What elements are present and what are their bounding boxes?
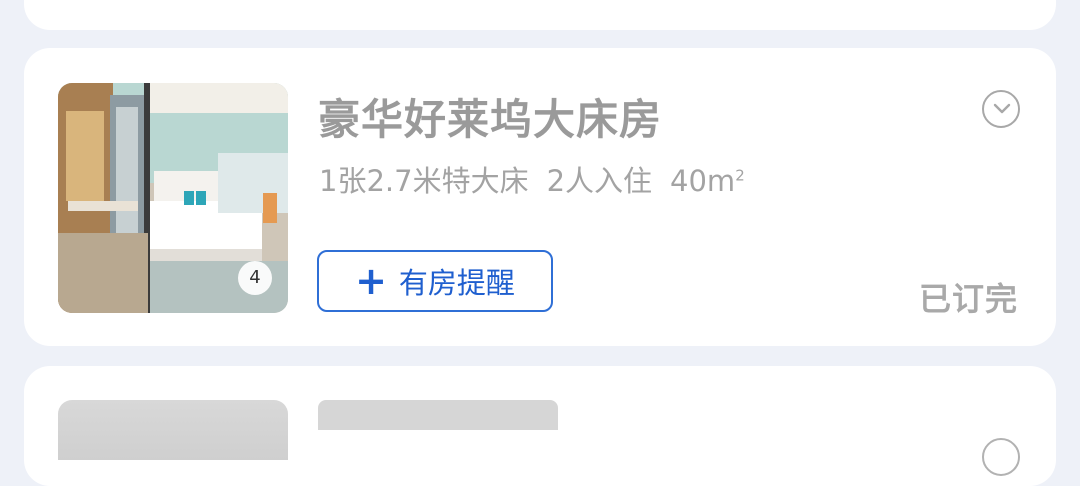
bed-info: 1张2.7米特大床 <box>319 164 529 198</box>
room-alert-button[interactable]: + 有房提醒 <box>317 250 553 312</box>
next-expand-button[interactable] <box>982 438 1020 476</box>
area-info: 40m2 <box>670 164 745 198</box>
room-info: 1张2.7米特大床 2人入住 40m2 <box>319 158 745 200</box>
room-card[interactable]: 4 豪华好莱坞大床房 1张2.7米特大床 2人入住 40m2 + 有房提醒 已订完 <box>24 48 1056 346</box>
area-unit-sup: 2 <box>735 166 745 185</box>
room-photo[interactable]: 4 <box>58 83 288 313</box>
next-room-title <box>318 400 558 430</box>
next-room-photo <box>58 400 288 460</box>
photo-count-badge: 4 <box>238 261 272 295</box>
next-room-card[interactable] <box>24 366 1056 486</box>
room-title: 豪华好莱坞大床房 <box>318 95 663 144</box>
chevron-down-icon <box>993 103 1011 114</box>
guest-info: 2人入住 <box>546 164 653 198</box>
plus-icon: + <box>355 259 387 303</box>
room-alert-label: 有房提醒 <box>398 266 515 300</box>
expand-button[interactable] <box>982 90 1020 128</box>
area-value: 40m <box>670 164 736 198</box>
sold-out-status: 已订完 <box>918 280 1018 318</box>
previous-room-card <box>24 0 1056 30</box>
